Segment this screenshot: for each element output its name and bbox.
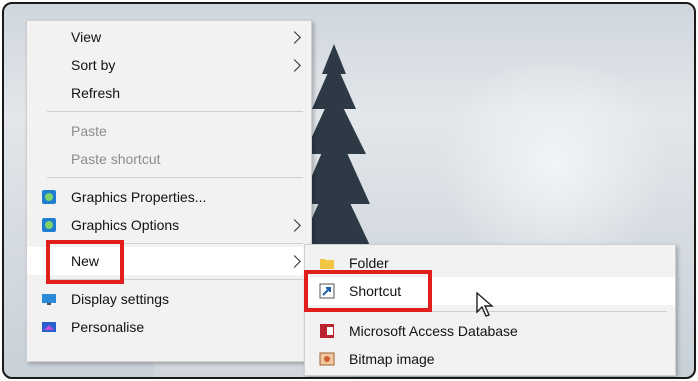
folder-icon: [320, 259, 334, 269]
shortcut-highlight-box: [304, 270, 432, 312]
menu-item-label: Refresh: [71, 85, 121, 101]
menu-item-graphics-properties[interactable]: Graphics Properties...: [27, 183, 311, 211]
desktop-context-menu: View Sort by Refresh Paste Paste shortcu…: [26, 20, 312, 362]
chevron-right-icon: [288, 218, 301, 232]
submenu-item-bitmap-image[interactable]: Bitmap image: [305, 345, 675, 373]
menu-item-label: View: [71, 29, 102, 45]
submenu-item-label: Folder: [349, 255, 389, 271]
menu-item-display-settings[interactable]: Display settings: [27, 285, 311, 313]
menu-item-label: Paste: [71, 123, 107, 139]
menu-item-label: Sort by: [71, 57, 116, 73]
submenu-item-label: Bitmap image: [349, 351, 435, 367]
access-icon: [320, 324, 334, 338]
menu-separator: [47, 111, 303, 112]
display-icon: [42, 294, 56, 305]
submenu-item-label: Microsoft Access Database: [349, 323, 518, 339]
desktop-background: View Sort by Refresh Paste Paste shortcu…: [2, 2, 696, 379]
menu-item-paste-shortcut: Paste shortcut: [27, 145, 311, 173]
personalise-icon: [42, 322, 56, 332]
chevron-right-icon: [288, 254, 301, 268]
bitmap-icon: [319, 352, 335, 366]
menu-item-label: Graphics Properties...: [71, 189, 207, 205]
mouse-cursor-icon: [476, 292, 494, 317]
submenu-item-access-database[interactable]: Microsoft Access Database: [305, 317, 675, 345]
menu-item-label: Graphics Options: [71, 217, 180, 233]
menu-separator: [47, 177, 303, 178]
intel-graphics-icon: [42, 218, 56, 232]
menu-item-personalise[interactable]: Personalise: [27, 313, 311, 341]
menu-item-refresh[interactable]: Refresh: [27, 79, 311, 107]
menu-item-label: Personalise: [71, 319, 145, 335]
menu-item-label: Paste shortcut: [71, 151, 161, 167]
chevron-right-icon: [288, 30, 301, 44]
intel-graphics-icon: [42, 190, 56, 204]
menu-item-view[interactable]: View: [27, 23, 311, 51]
menu-item-label: Display settings: [71, 291, 170, 307]
chevron-right-icon: [288, 58, 301, 72]
new-highlight-box: [46, 240, 124, 284]
menu-item-graphics-options[interactable]: Graphics Options: [27, 211, 311, 239]
menu-item-sort-by[interactable]: Sort by: [27, 51, 311, 79]
menu-item-paste: Paste: [27, 117, 311, 145]
